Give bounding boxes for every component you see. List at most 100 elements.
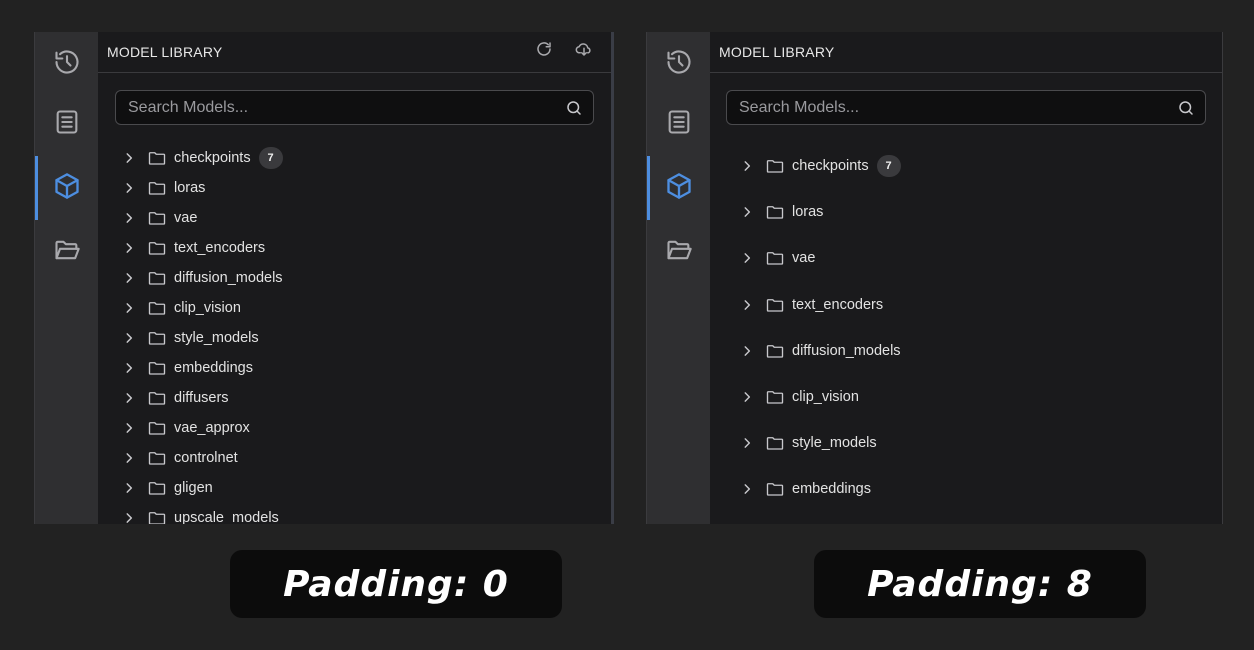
tree-folder-clip-vision[interactable]: clip_vision [710, 374, 1222, 420]
count-badge: 7 [258, 147, 283, 169]
chevron-right-icon[interactable] [122, 481, 136, 495]
tree-folder-checkpoints[interactable]: checkpoints 7 [98, 143, 611, 173]
search-input[interactable] [727, 91, 1205, 124]
tree-folder-controlnet[interactable]: controlnet [98, 443, 611, 473]
tree-folder-embeddings[interactable]: embeddings [710, 466, 1222, 512]
folder-icon [766, 389, 784, 405]
chevron-right-icon[interactable] [740, 390, 754, 404]
folder-label: loras [792, 204, 824, 221]
sidebar-rail [35, 32, 98, 524]
chevron-right-icon[interactable] [740, 159, 754, 173]
folder-label: gligen [174, 480, 213, 496]
chevron-right-icon[interactable] [122, 151, 136, 165]
search-icon[interactable] [1177, 99, 1195, 117]
chevron-right-icon[interactable] [122, 181, 136, 195]
folder-label: diffusers [174, 390, 229, 406]
folder-open-icon [665, 236, 693, 269]
tree-folder-style-models[interactable]: style_models [98, 323, 611, 353]
library-main: MODEL LIBRARY checkpoints 7 loras vae text_e… [710, 32, 1222, 524]
chevron-right-icon[interactable] [740, 298, 754, 312]
sidebar-rail [647, 32, 710, 524]
folder-icon [766, 297, 784, 313]
folder-icon [148, 210, 166, 226]
folder-icon [148, 300, 166, 316]
chevron-right-icon[interactable] [122, 511, 136, 524]
chevron-right-icon[interactable] [740, 205, 754, 219]
book-icon [53, 108, 81, 141]
tree-folder-embeddings[interactable]: embeddings [98, 353, 611, 383]
tree-folder-clip-vision[interactable]: clip_vision [98, 293, 611, 323]
tree-folder-text-encoders[interactable]: text_encoders [710, 282, 1222, 328]
chevron-right-icon[interactable] [122, 361, 136, 375]
search-box [726, 90, 1206, 125]
folder-label: embeddings [792, 481, 871, 498]
folder-label: style_models [792, 435, 877, 452]
chevron-right-icon[interactable] [740, 436, 754, 450]
tree-folder-gligen[interactable]: gligen [98, 473, 611, 503]
folder-icon [766, 158, 784, 174]
folder-label: diffusion_models [792, 342, 901, 359]
folder-label: style_models [174, 330, 259, 346]
search-icon[interactable] [565, 99, 583, 117]
caption-label: Padding: 0 [230, 550, 562, 618]
cloud-download-icon[interactable] [575, 40, 593, 58]
tree-folder-diffusers[interactable]: diffusers [98, 383, 611, 413]
chevron-right-icon[interactable] [740, 251, 754, 265]
chevron-right-icon[interactable] [740, 344, 754, 358]
model-library-panel-left: MODEL LIBRARY checkpoints 7 loras vae text_e… [34, 32, 614, 524]
tree-folder-loras[interactable]: loras [710, 189, 1222, 235]
folder-icon [148, 420, 166, 436]
history-button[interactable] [647, 32, 710, 96]
folder-icon [148, 240, 166, 256]
folder-label: upscale_models [174, 510, 279, 524]
page-title: MODEL LIBRARY [719, 44, 835, 60]
node-library-button[interactable] [647, 220, 710, 284]
refresh-icon[interactable] [535, 40, 553, 58]
folder-label: text_encoders [174, 240, 266, 256]
tree-folder-vae-approx[interactable]: vae_approx [98, 413, 611, 443]
tree-folder-diffusion-models[interactable]: diffusion_models [98, 263, 611, 293]
folder-icon [148, 390, 166, 406]
chevron-right-icon[interactable] [122, 331, 136, 345]
chevron-right-icon[interactable] [122, 301, 136, 315]
chevron-right-icon[interactable] [122, 421, 136, 435]
folder-icon [766, 204, 784, 220]
library-header: MODEL LIBRARY [710, 32, 1222, 73]
history-icon [53, 48, 81, 81]
folder-icon [148, 270, 166, 286]
workflows-button[interactable] [647, 92, 710, 156]
chevron-right-icon[interactable] [122, 451, 136, 465]
folder-label: checkpoints [792, 158, 869, 175]
search-input[interactable] [116, 91, 593, 124]
chevron-right-icon[interactable] [122, 271, 136, 285]
search-box [115, 90, 594, 125]
chevron-right-icon[interactable] [122, 241, 136, 255]
tree-folder-vae[interactable]: vae [98, 203, 611, 233]
model-library-button[interactable] [647, 156, 710, 220]
folder-icon [766, 481, 784, 497]
tree-folder-text-encoders[interactable]: text_encoders [98, 233, 611, 263]
folder-label: diffusion_models [174, 270, 283, 286]
history-button[interactable] [35, 32, 98, 96]
folder-label: embeddings [174, 360, 253, 376]
folder-icon [148, 480, 166, 496]
node-library-button[interactable] [35, 220, 98, 284]
tree-folder-loras[interactable]: loras [98, 173, 611, 203]
tree-folder-style-models[interactable]: style_models [710, 420, 1222, 466]
tree-folder-checkpoints[interactable]: checkpoints 7 [710, 143, 1222, 189]
model-library-button[interactable] [35, 156, 98, 220]
folder-label: vae [174, 210, 198, 226]
cube-icon [665, 172, 693, 205]
tree-folder-diffusion-models[interactable]: diffusion_models [710, 328, 1222, 374]
folder-label: loras [174, 180, 206, 196]
book-icon [665, 108, 693, 141]
folder-label: vae_approx [174, 420, 250, 436]
workflows-button[interactable] [35, 92, 98, 156]
chevron-right-icon[interactable] [122, 211, 136, 225]
tree-folder-upscale-models[interactable]: upscale_models [98, 503, 611, 524]
chevron-right-icon[interactable] [122, 391, 136, 405]
folder-label: checkpoints [174, 150, 251, 166]
chevron-right-icon[interactable] [740, 482, 754, 496]
model-folder-tree: checkpoints 7 loras vae text_encodersdiffusi… [710, 143, 1222, 513]
tree-folder-vae[interactable]: vae [710, 235, 1222, 281]
